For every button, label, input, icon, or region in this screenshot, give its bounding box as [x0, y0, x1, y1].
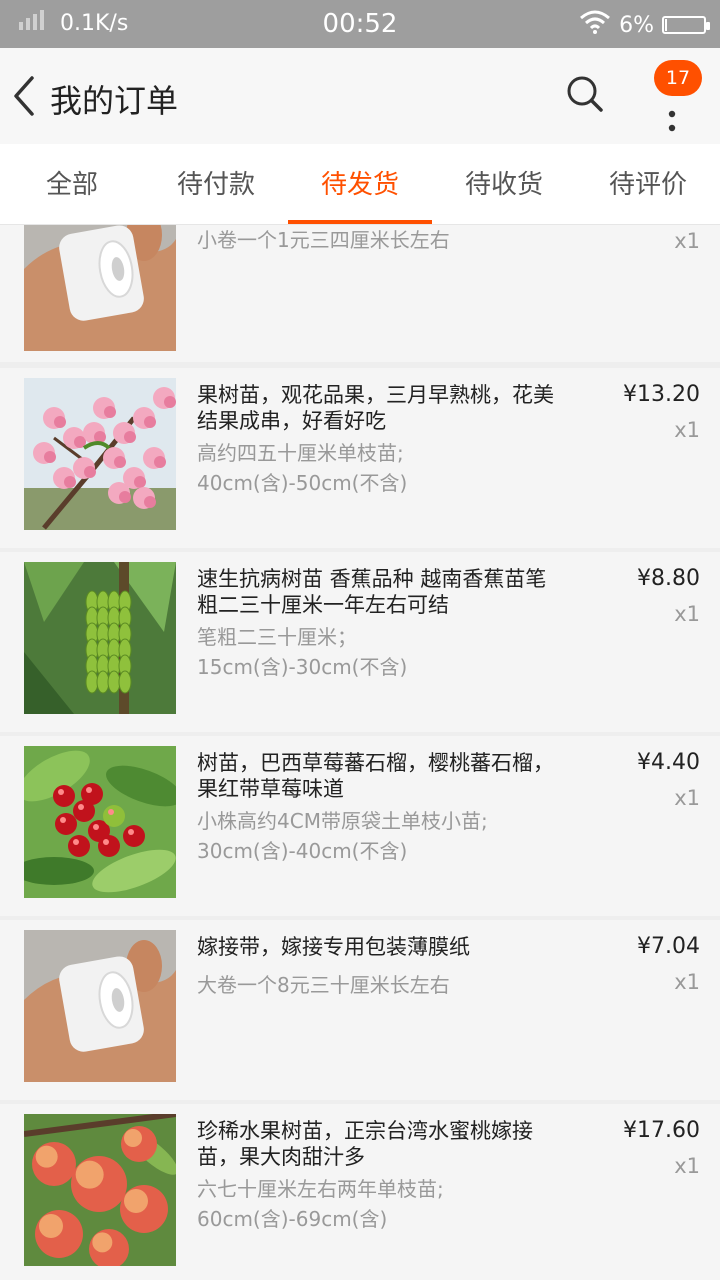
search-icon	[567, 76, 603, 112]
tab-3[interactable]: 待收货	[432, 144, 576, 224]
product-quantity: x1	[674, 602, 700, 626]
product-quantity: x1	[674, 229, 700, 253]
product-spec: 小株高约4CM带原袋土单枝小苗; 30cm(含)-40cm(不含)	[197, 809, 488, 863]
order-tabs: 全部 待付款 待发货 待收货 待评价	[0, 144, 720, 225]
product-image[interactable]	[24, 562, 176, 714]
product-image[interactable]	[24, 930, 176, 1082]
tab-0[interactable]: 全部	[0, 144, 144, 224]
product-spec: 笔粗二三十厘米； 15cm(含)-30cm(不含)	[197, 625, 408, 679]
product-name[interactable]: 果树苗，观花品果，三月早熟桃，花美结果成串，好看好吃	[197, 382, 562, 434]
order-item[interactable]: 果树苗，观花品果，三月早熟桃，花美结果成串，好看好吃 高约四五十厘米单枝苗; 40…	[0, 368, 720, 548]
nav-bar: 我的订单 17	[0, 48, 720, 144]
product-price: ¥13.20	[623, 382, 700, 407]
product-image[interactable]	[24, 378, 176, 530]
status-bar: 0.1K/s 00:52 6%	[0, 0, 720, 48]
order-list[interactable]: 小卷一个1元三四厘米长左右 x1 果树苗，观花品果，三月早熟桃，花美结果成串，好看好…	[0, 225, 720, 1280]
product-quantity: x1	[674, 1154, 700, 1178]
product-spec: 高约四五十厘米单枝苗; 40cm(含)-50cm(不含)	[197, 441, 408, 495]
product-spec: 小卷一个1元三四厘米长左右	[197, 228, 450, 252]
tab-4[interactable]: 待评价	[576, 144, 720, 224]
order-item[interactable]: 速生抗病树苗 香蕉品种 越南香蕉苗笔粗二三十厘米一年左右可结 笔粗二三十厘米； …	[0, 552, 720, 732]
product-quantity: x1	[674, 970, 700, 994]
product-quantity: x1	[674, 418, 700, 442]
product-image[interactable]	[24, 746, 176, 898]
product-image[interactable]	[24, 1114, 176, 1266]
order-item[interactable]: 嫁接带，嫁接专用包装薄膜纸 大卷一个8元三十厘米长左右 ¥7.04 x1	[0, 920, 720, 1100]
product-price: ¥7.04	[637, 934, 700, 959]
product-image[interactable]	[24, 225, 176, 351]
notification-badge: 17	[654, 60, 702, 96]
order-item[interactable]: 珍稀水果树苗，正宗台湾水蜜桃嫁接苗，果大肉甜汁多 六七十厘米左右两年单枝苗; 60…	[0, 1104, 720, 1280]
product-name[interactable]: 速生抗病树苗 香蕉品种 越南香蕉苗笔粗二三十厘米一年左右可结	[197, 566, 562, 618]
page-title: 我的订单	[50, 82, 179, 120]
battery-percent: 6%	[619, 12, 654, 38]
battery-icon	[662, 16, 710, 34]
product-name[interactable]: 嫁接带，嫁接专用包装薄膜纸	[197, 934, 562, 960]
tab-2[interactable]: 待发货	[288, 144, 432, 224]
tab-1[interactable]: 待付款	[144, 144, 288, 224]
product-price: ¥8.80	[637, 566, 700, 591]
product-name[interactable]: 珍稀水果树苗，正宗台湾水蜜桃嫁接苗，果大肉甜汁多	[197, 1118, 562, 1170]
order-item[interactable]: 树苗，巴西草莓蕃石榴，樱桃蕃石榴，果红带草莓味道 小株高约4CM带原袋土单枝小苗…	[0, 736, 720, 916]
product-quantity: x1	[674, 786, 700, 810]
product-spec: 大卷一个8元三十厘米长左右	[197, 973, 450, 997]
product-price: ¥17.60	[623, 1118, 700, 1143]
order-item[interactable]: 小卷一个1元三四厘米长左右 x1	[0, 225, 720, 362]
wifi-icon	[579, 10, 611, 40]
search-button[interactable]	[565, 74, 605, 114]
product-name[interactable]: 树苗，巴西草莓蕃石榴，樱桃蕃石榴，果红带草莓味道	[197, 750, 562, 802]
back-button[interactable]	[6, 70, 46, 122]
product-spec: 六七十厘米左右两年单枝苗; 60cm(含)-69cm(含)	[197, 1177, 444, 1231]
product-price: ¥4.40	[637, 750, 700, 775]
